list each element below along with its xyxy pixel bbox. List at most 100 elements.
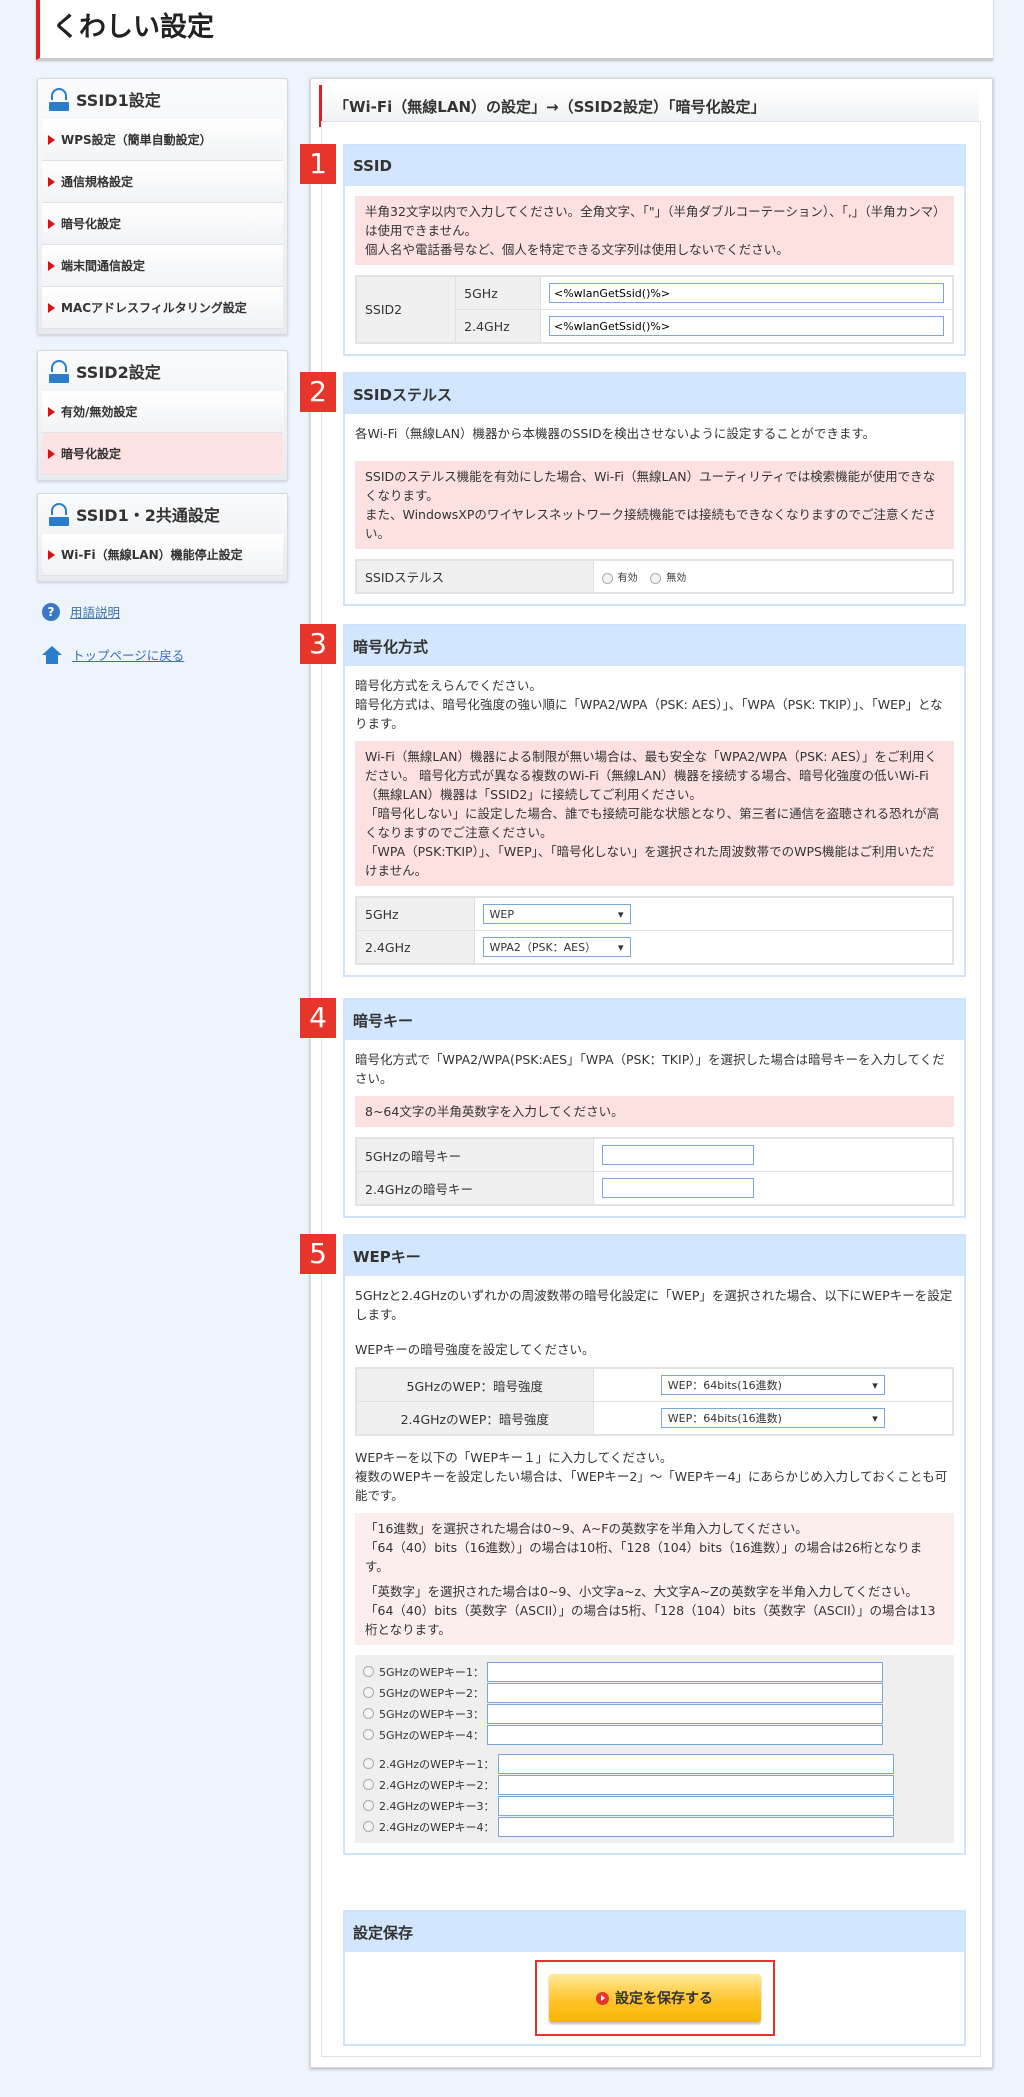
step-badge: 5 [300, 1234, 336, 1274]
description: 暗号化方式をえらんでください。 [355, 678, 542, 693]
section-title: WEPキー [345, 1236, 964, 1276]
wep-key-radio[interactable] [363, 1666, 374, 1677]
wep-key-radio[interactable] [363, 1729, 374, 1740]
home-icon [42, 645, 62, 664]
text: 「WPA（PSK:TKIP）」、「WEP」、「暗号化しない」を選択された周波数帯… [365, 844, 935, 878]
label: WPS設定（簡単自動設定） [61, 133, 212, 147]
text: 「64（40）bits（16進数）」の場合は10桁、「128（104）bits（… [365, 1540, 923, 1574]
wep-key-5ghz-3-input[interactable] [487, 1703, 884, 1724]
section-title: 暗号化方式 [345, 626, 964, 666]
glossary-link[interactable]: ? 用語説明 [42, 602, 120, 621]
value: WPA2（PSK：AES） [489, 941, 597, 954]
label: 2.4GHzのWEPキー2： [379, 1778, 495, 1792]
stealth-on-radio[interactable] [601, 572, 613, 584]
sidebar-item-encryption[interactable]: 暗号化設定 [42, 203, 283, 245]
sidebar-group-ssid2: SSID2設定 有効/無効設定 暗号化設定 [37, 350, 288, 481]
ssid-table: SSID25GHz 2.4GHz [355, 275, 954, 344]
dropdown-arrow-icon: ▾ [872, 1411, 878, 1425]
sidebar-item-wifi-stop[interactable]: Wi-Fi（無線LAN）機能停止設定 [42, 534, 283, 576]
wep-key-radio[interactable] [363, 1779, 374, 1790]
sidebar-item-standard[interactable]: 通信規格設定 [42, 161, 283, 203]
wep-key-radio[interactable] [363, 1800, 374, 1811]
wep-key-5ghz-1-input[interactable] [487, 1661, 884, 1682]
wep-key-radio[interactable] [363, 1821, 374, 1832]
description: 各Wi-Fi（無線LAN）機器から本機器のSSIDを検出させないように設定するこ… [355, 426, 876, 441]
label: 5GHz [455, 275, 541, 310]
description: 5GHzと2.4GHzのいずれかの周波数帯の暗号化設定に「WEP」を選択された場… [355, 1288, 953, 1322]
section-title: 設定保存 [345, 1912, 964, 1952]
key-24ghz-input[interactable] [601, 1178, 754, 1198]
triangle-icon [48, 302, 55, 313]
value: WEP：64bits(16進数) [667, 1379, 782, 1392]
ssid-5ghz-input[interactable] [549, 283, 944, 303]
text: Wi-Fi（無線LAN）機器による制限が無い場合は、最も安全な「WPA2/WPA… [365, 749, 938, 802]
group-title: SSID2設定 [76, 363, 161, 382]
section-stealth: 2 SSIDステルス 各Wi-Fi（無線LAN）機器から本機器のSSIDを検出さ… [300, 372, 966, 606]
warning-box: 半角32文字以内で入力してください。全角文字、「"」（半角ダブルコーテーション）… [355, 196, 954, 265]
encryption-24ghz-select[interactable]: WPA2（PSK：AES） ▾ [482, 937, 631, 957]
sidebar-item-wps[interactable]: WPS設定（簡単自動設定） [42, 119, 283, 161]
text: 「16進数」を選択された場合は0~9、A~Fの英数字を半角入力してください。 [365, 1521, 808, 1536]
section-title: SSID [345, 146, 964, 186]
sidebar-item-enable[interactable]: 有効/無効設定 [42, 391, 283, 433]
router-icon [48, 87, 70, 111]
triangle-icon [48, 218, 55, 229]
sidebar-item-isolation[interactable]: 端末間通信設定 [42, 245, 283, 287]
encryption-5ghz-select[interactable]: WEP ▾ [482, 904, 631, 924]
step-badge: 2 [300, 372, 336, 412]
step-badge: 3 [300, 624, 336, 664]
top-page-link[interactable]: トップページに戻る [42, 645, 184, 664]
ssid-24ghz-input[interactable] [549, 316, 944, 336]
wep-key-24ghz-2-input[interactable] [497, 1774, 894, 1795]
save-button[interactable]: 設定を保存する [548, 1974, 761, 2022]
label: 2.4GHzのWEPキー1： [379, 1757, 495, 1771]
section-key: 4 暗号キー 暗号化方式で「WPA2/WPA(PSK:AES」「WPA（PSK：… [300, 998, 966, 1218]
warning-box: 「16進数」を選択された場合は0~9、A~Fの英数字を半角入力してください。「6… [355, 1513, 954, 1645]
label: 有効/無効設定 [61, 405, 138, 419]
main-panel: 「Wi-Fi（無線LAN）の設定」→（SSID2設定）「暗号化設定」 1 SSI… [300, 78, 993, 2068]
triangle-icon [48, 549, 55, 560]
stealth-off-radio[interactable] [650, 572, 662, 584]
warning-box: SSIDのステルス機能を有効にした場合、Wi-Fi（無線LAN）ユーティリティで… [355, 461, 954, 549]
label: 5GHzのWEPキー3： [379, 1707, 485, 1721]
wep-strength-24ghz-select[interactable]: WEP：64bits(16進数) ▾ [660, 1408, 885, 1428]
text: 「英数字」を選択された場合は0~9、小文字a~z、大文字A~Zの英数字を半角入力… [365, 1584, 918, 1599]
text: SSIDのステルス機能を有効にした場合、Wi-Fi（無線LAN）ユーティリティで… [365, 469, 936, 503]
section-wep: 5 WEPキー 5GHzと2.4GHzのいずれかの周波数帯の暗号化設定に「WEP… [300, 1234, 966, 1855]
wep-key-5ghz-4-input[interactable] [487, 1724, 884, 1745]
label: MACアドレスフィルタリング設定 [61, 301, 247, 315]
label: 無効 [666, 573, 687, 584]
text: 個人名や電話番号など、個人を特定できる文字列は使用しないでください。 [365, 242, 789, 257]
section-encryption: 3 暗号化方式 暗号化方式をえらんでください。 暗号化方式は、暗号化強度の強い順に… [300, 624, 966, 977]
text: 半角32文字以内で入力してください。全角文字、「"」（半角ダブルコーテーション）… [365, 204, 940, 238]
wep-key-24ghz-3-input[interactable] [497, 1795, 894, 1816]
label: 暗号化設定 [61, 447, 122, 461]
group-title: SSID1・2共通設定 [76, 506, 220, 525]
text: また、WindowsXPのワイヤレスネットワーク接続機能では接続もできなくなりま… [365, 507, 937, 541]
sidebar-item-mac-filter[interactable]: MACアドレスフィルタリング設定 [42, 287, 283, 329]
label: 用語説明 [70, 605, 121, 620]
section-title: SSIDステルス [345, 374, 964, 414]
step-badge: 1 [300, 144, 336, 184]
wep-key-radio[interactable] [363, 1708, 374, 1719]
save-button-highlight: 設定を保存する [534, 1960, 775, 2036]
wep-key-radio[interactable] [363, 1687, 374, 1698]
dropdown-arrow-icon: ▾ [872, 1378, 878, 1392]
section-ssid: 1 SSID 半角32文字以内で入力してください。全角文字、「"」（半角ダブルコ… [300, 144, 966, 356]
wep-strength-5ghz-select[interactable]: WEP：64bits(16進数) ▾ [660, 1375, 885, 1395]
group-title: SSID1設定 [76, 91, 161, 110]
label: Wi-Fi（無線LAN）機能停止設定 [61, 548, 243, 562]
wep-key-5ghz-2-input[interactable] [487, 1682, 884, 1703]
wep-key-24ghz-1-input[interactable] [497, 1753, 894, 1774]
router-icon [48, 502, 70, 526]
play-icon [596, 1991, 609, 2005]
wep-key-radio[interactable] [363, 1758, 374, 1769]
sidebar-item-encryption-active[interactable]: 暗号化設定 [42, 433, 283, 475]
wep-key-24ghz-4-input[interactable] [497, 1816, 894, 1837]
label: 有効 [617, 573, 638, 584]
key-5ghz-input[interactable] [601, 1145, 754, 1165]
triangle-icon [48, 448, 55, 459]
value: WEP [489, 907, 514, 921]
label: SSIDステルス [355, 559, 594, 594]
label: トップページに戻る [72, 648, 185, 663]
